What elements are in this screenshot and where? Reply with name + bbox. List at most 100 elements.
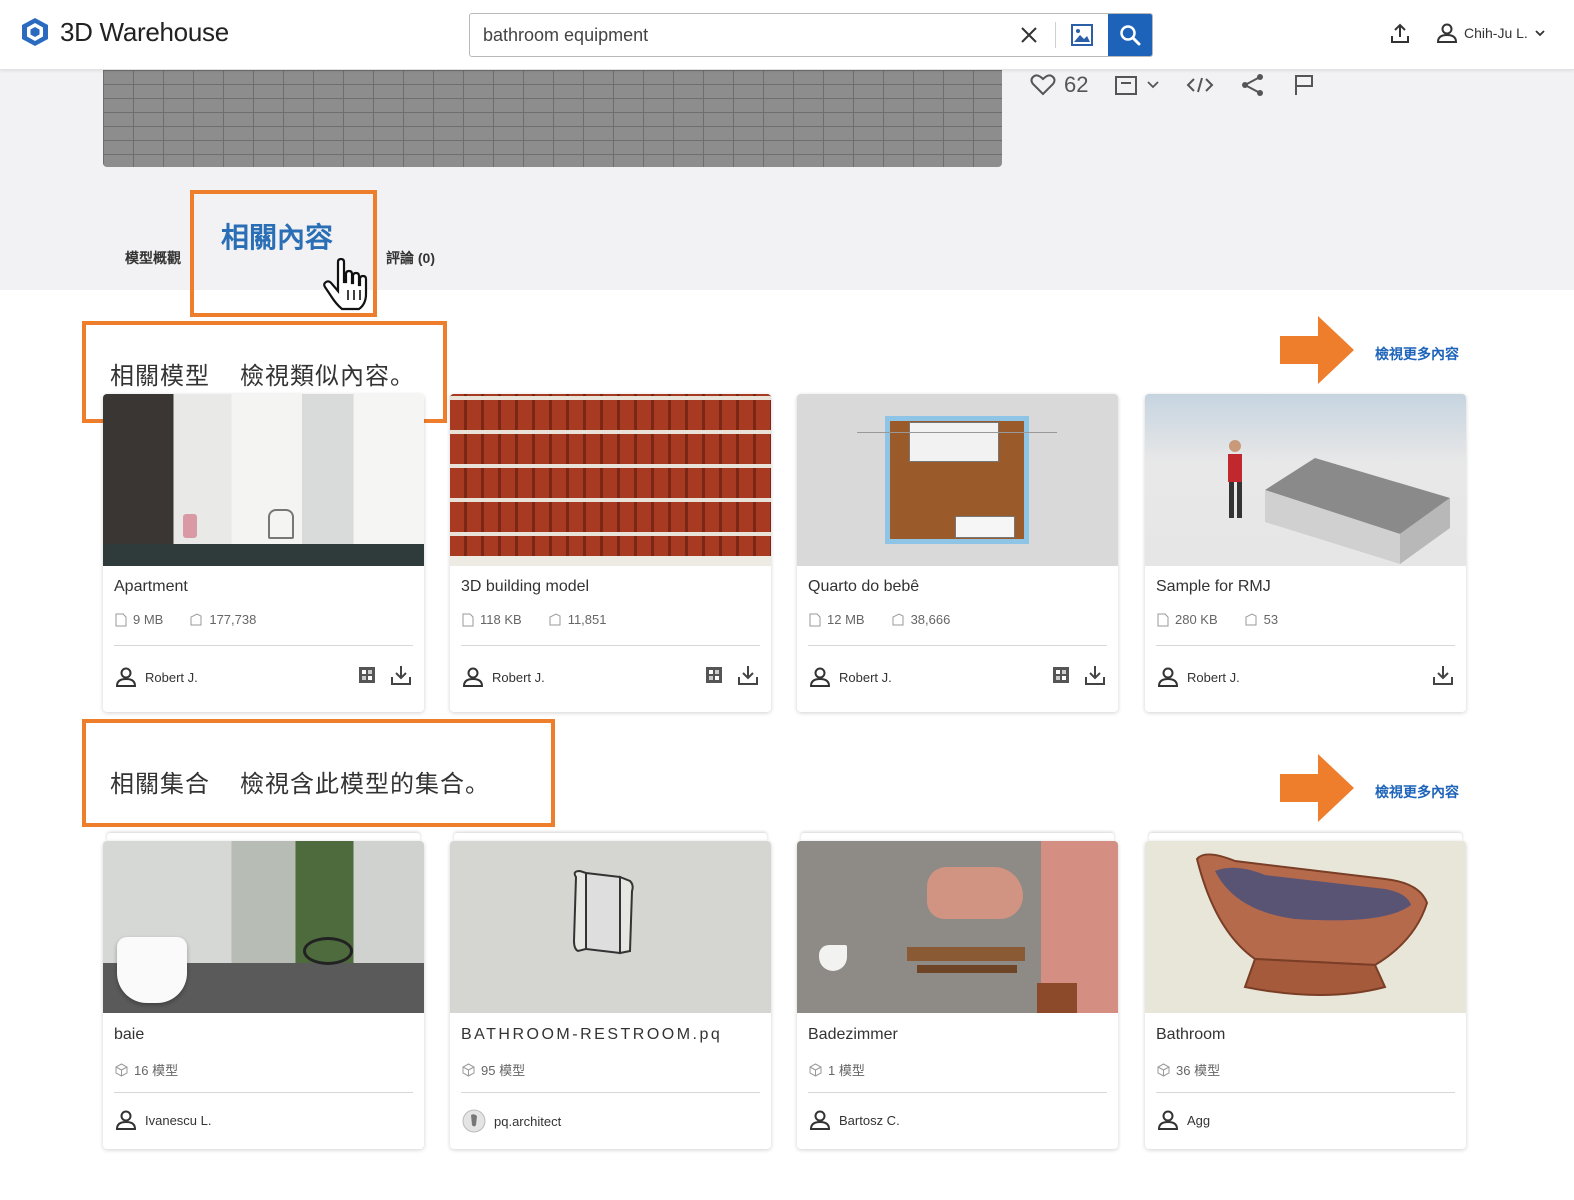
model-meta: 118 KB 11,851 xyxy=(462,612,606,627)
related-collections-title: 相關集合 xyxy=(110,771,210,798)
model-title[interactable]: Sample for RMJ xyxy=(1156,578,1271,596)
image-search-button[interactable] xyxy=(1056,14,1108,56)
avatar xyxy=(462,1109,486,1133)
arrow-right-icon xyxy=(1280,316,1354,384)
collection-stack-edge xyxy=(107,833,420,841)
card-divider xyxy=(808,1092,1107,1093)
like-button[interactable]: 62 xyxy=(1030,72,1088,98)
search-input[interactable] xyxy=(470,14,1003,56)
search-button[interactable] xyxy=(1108,14,1152,56)
view-more-models-link[interactable]: 檢視更多內容 xyxy=(1375,344,1459,364)
collection-title[interactable]: baie xyxy=(114,1026,144,1044)
model-meta: 12 MB 38,666 xyxy=(809,612,950,627)
model-thumbnail[interactable] xyxy=(103,394,424,566)
download-icon[interactable] xyxy=(737,664,759,686)
model-thumbnail[interactable] xyxy=(450,394,771,566)
collection-author[interactable]: Bartosz C. xyxy=(809,1109,900,1131)
collection-thumbnail[interactable] xyxy=(103,841,424,1013)
card-tools xyxy=(705,664,759,686)
model-meta: 280 KB 53 xyxy=(1157,612,1278,627)
collection-thumbnail[interactable] xyxy=(450,841,771,1013)
search-icon xyxy=(1120,25,1141,46)
clear-search-button[interactable] xyxy=(1003,14,1055,56)
cube-icon xyxy=(462,1062,475,1077)
collection-card[interactable]: BATHROOM-RESTROOM.pq 95 模型 pq.architect xyxy=(450,841,771,1149)
card-divider xyxy=(461,1092,760,1093)
save-to-collection-button[interactable] xyxy=(1114,74,1160,96)
collection-title[interactable]: Bathroom xyxy=(1156,1026,1225,1044)
collection-card[interactable]: baie 16 模型 Ivanescu L. xyxy=(103,841,424,1149)
tab-overview[interactable]: 模型概觀 xyxy=(125,248,181,268)
card-divider xyxy=(1156,1092,1455,1093)
model-thumbnail[interactable] xyxy=(1145,394,1466,566)
collection-thumbnail[interactable] xyxy=(1145,841,1466,1013)
collection-thumbnail[interactable] xyxy=(797,841,1118,1013)
download-icon[interactable] xyxy=(1432,664,1454,686)
flag-icon xyxy=(1295,75,1314,95)
model-card[interactable]: Quarto do bebê 12 MB 38,666 Robert J. xyxy=(797,394,1118,712)
user-icon xyxy=(809,1110,831,1130)
embed-button[interactable] xyxy=(1186,75,1214,95)
tab-related-content[interactable]: 相關內容 xyxy=(221,216,333,256)
granite-block-image xyxy=(1228,440,1450,564)
model-author[interactable]: Robert J. xyxy=(1157,666,1240,688)
model-author[interactable]: Robert J. xyxy=(462,666,545,688)
3d-view-icon[interactable] xyxy=(705,666,723,684)
top-bar: 3D Warehouse bathroom equipment Chih-Ju … xyxy=(0,0,1574,70)
model-viewer[interactable] xyxy=(103,70,1002,167)
collection-meta: 36 模型 xyxy=(1157,1060,1220,1079)
collection-title[interactable]: BATHROOM-RESTROOM.pq xyxy=(461,1026,722,1044)
chevron-down-icon xyxy=(1535,30,1545,37)
author-name: Robert J. xyxy=(839,669,892,685)
collection-count: 95 模型 xyxy=(481,1063,526,1078)
model-thumbnail[interactable] xyxy=(797,394,1118,566)
warehouse-logo-icon xyxy=(22,18,48,46)
model-meta: 9 MB 177,738 xyxy=(115,612,256,627)
collection-author[interactable]: Ivanescu L. xyxy=(115,1109,212,1131)
collection-title[interactable]: Badezimmer xyxy=(808,1026,898,1044)
model-author[interactable]: Robert J. xyxy=(809,666,892,688)
share-button[interactable] xyxy=(1240,73,1266,97)
user-icon xyxy=(809,667,831,687)
model-card[interactable]: Apartment 9 MB 177,738 Robert J. xyxy=(103,394,424,712)
model-views: 177,738 xyxy=(209,612,257,627)
model-views: 53 xyxy=(1263,612,1279,627)
code-icon xyxy=(1187,77,1214,93)
model-size: 118 KB xyxy=(480,612,522,627)
model-title[interactable]: Apartment xyxy=(114,578,188,596)
model-detail-area: 62 模型概觀 相關內容 評論 (0) xyxy=(0,70,1574,311)
download-icon[interactable] xyxy=(1084,664,1106,686)
3d-view-icon[interactable] xyxy=(1052,666,1070,684)
download-icon[interactable] xyxy=(390,664,412,686)
report-button[interactable] xyxy=(1292,73,1316,97)
logo[interactable]: 3D Warehouse xyxy=(20,16,229,48)
collection-count: 1 模型 xyxy=(828,1063,865,1078)
user-menu[interactable]: Chih-Ju L. xyxy=(1436,22,1546,44)
model-size: 9 MB xyxy=(133,612,164,627)
author-name: Ivanescu L. xyxy=(145,1112,212,1128)
views-icon xyxy=(1245,612,1257,625)
collection-author[interactable]: Agg xyxy=(1157,1109,1210,1131)
bathtub-image xyxy=(1195,853,1429,996)
tab-comments[interactable]: 評論 (0) xyxy=(386,248,435,268)
model-views: 11,851 xyxy=(567,612,607,627)
model-card[interactable]: Sample for RMJ 280 KB 53 Robert J. xyxy=(1145,394,1466,712)
user-icon xyxy=(1436,23,1458,43)
collection-card[interactable]: Badezimmer 1 模型 Bartosz C. xyxy=(797,841,1118,1149)
collection-stack-edge xyxy=(1149,833,1462,841)
collection-stack-edge xyxy=(801,833,1114,841)
collection-card[interactable]: Bathroom 36 模型 Agg xyxy=(1145,841,1466,1149)
model-card[interactable]: 3D building model 118 KB 11,851 Robert J… xyxy=(450,394,771,712)
model-author[interactable]: Robert J. xyxy=(115,666,198,688)
file-icon xyxy=(462,613,474,626)
model-title[interactable]: 3D building model xyxy=(461,578,589,596)
user-icon xyxy=(115,1110,137,1130)
related-collections-heading: 相關集合 檢視含此模型的集合。 xyxy=(110,764,490,799)
heart-icon xyxy=(1030,74,1056,96)
view-more-collections-link[interactable]: 檢視更多內容 xyxy=(1375,782,1459,802)
collection-author[interactable]: pq.architect xyxy=(462,1109,561,1133)
upload-button[interactable] xyxy=(1388,22,1412,51)
model-title[interactable]: Quarto do bebê xyxy=(808,578,919,596)
related-models-title: 相關模型 xyxy=(110,363,210,390)
3d-view-icon[interactable] xyxy=(358,666,376,684)
